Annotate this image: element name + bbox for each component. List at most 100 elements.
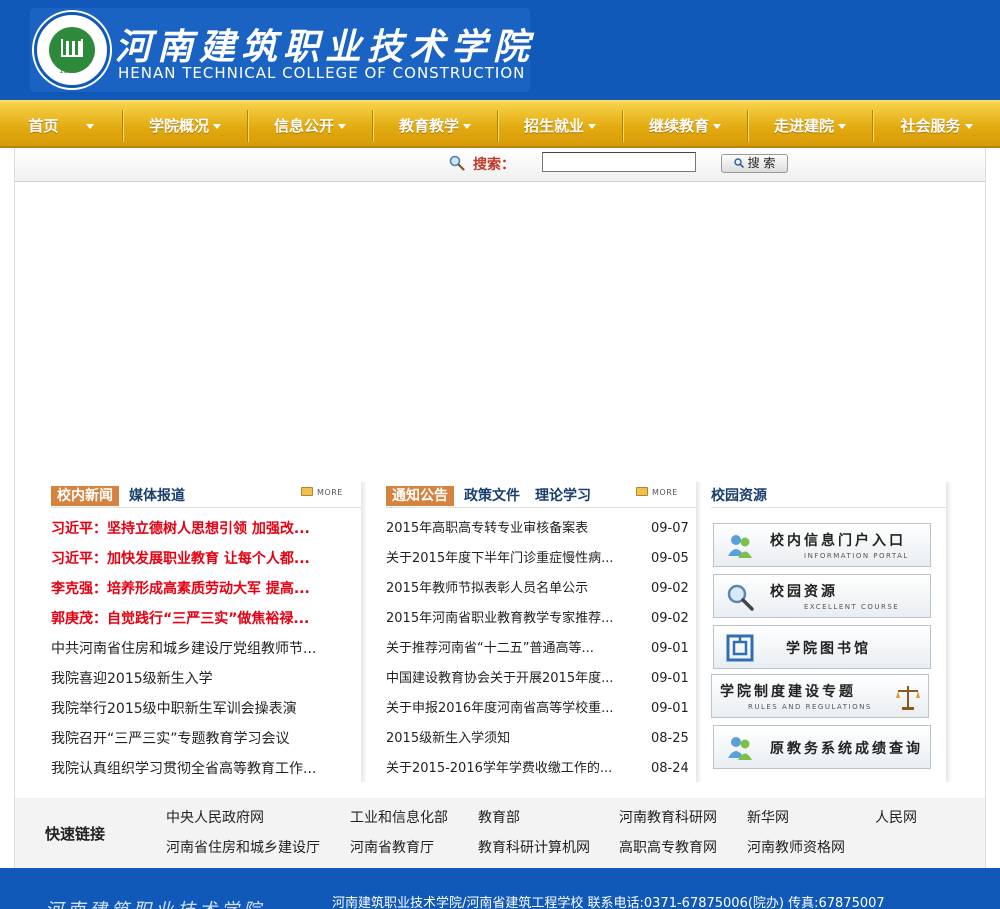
quick-link[interactable]: 河南教师资格网	[747, 838, 845, 858]
news-item[interactable]: 中共河南省住房和城乡建设厅党组教师节...	[51, 639, 351, 659]
scales-icon	[896, 686, 920, 710]
tab-notices[interactable]: 通知公告	[386, 486, 454, 506]
resources-header: 校园资源	[711, 482, 946, 508]
notices-header: 通知公告 政策文件 理论学习 MORE	[386, 482, 696, 508]
news-item[interactable]: 李克强：培养形成高素质劳动大军 提高...	[51, 579, 351, 599]
notices-more-link[interactable]: MORE	[636, 487, 678, 499]
nav-item-visit[interactable]: 走进建院	[748, 102, 872, 148]
notice-item[interactable]: 中国建设教育协会关于开展2015年度...	[386, 669, 636, 689]
news-item[interactable]: 习近平：坚持立德树人思想引领 加强改...	[51, 519, 351, 539]
res-title: 校园资源	[770, 584, 838, 600]
search-input[interactable]	[542, 152, 696, 172]
nav-item-about[interactable]: 学院概况	[123, 102, 247, 148]
users-icon	[728, 737, 752, 760]
res-subtitle: EXCELLENT COURSE	[804, 603, 900, 611]
chevron-down-icon	[213, 124, 221, 129]
notice-item[interactable]: 关于2015年度下半年门诊重症慢性病...	[386, 549, 636, 569]
news-item[interactable]: 我院喜迎2015级新生入学	[51, 669, 351, 689]
notice-item[interactable]: 2015年高职高专转专业审核备案表	[386, 519, 636, 539]
news-item[interactable]: 郭庚茂：自觉践行“三严三实”做焦裕禄...	[51, 609, 351, 629]
quick-link[interactable]: 河南省住房和城乡建设厅	[166, 838, 320, 858]
campus-resources-button[interactable]: 校园资源 EXCELLENT COURSE	[713, 574, 931, 618]
news-item[interactable]: 我院举行2015级中职新生军训会操表演	[51, 699, 351, 719]
users-icon	[728, 535, 752, 558]
notice-item[interactable]: 关于2015-2016学年学费收缴工作的...	[386, 759, 636, 779]
nav-item-admissions[interactable]: 招生就业	[498, 102, 622, 148]
search-button-label: 搜 索	[747, 156, 776, 170]
chevron-down-icon	[964, 124, 973, 129]
res-subtitle: INFORMATION PORTAL	[804, 552, 909, 560]
college-name-en: HENAN TECHNICAL COLLEGE OF CONSTRUCTION	[118, 64, 526, 82]
news-item[interactable]: 习近平：加快发展职业教育 让每个人都...	[51, 549, 351, 569]
tab-campus-news[interactable]: 校内新闻	[51, 486, 119, 506]
divider	[386, 507, 696, 508]
info-portal-button[interactable]: 校内信息门户入口 INFORMATION PORTAL	[713, 523, 931, 567]
quick-link[interactable]: 河南教育科研网	[619, 808, 717, 828]
library-icon	[726, 634, 754, 662]
notice-item[interactable]: 2015级新生入学须知	[386, 729, 636, 749]
nav-item-disclosure[interactable]: 信息公开	[248, 102, 372, 148]
chevron-down-icon	[85, 124, 94, 129]
tab-media-reports[interactable]: 媒体报道	[129, 486, 185, 506]
quick-links: 快速链接 中央人民政府网 工业和信息化部 教育部 河南教育科研网 新华网 人民网…	[14, 798, 986, 868]
nav-label: 社会服务	[900, 117, 961, 135]
more-label: MORE	[317, 488, 343, 497]
nav-label: 学院概况	[148, 117, 209, 135]
college-logo[interactable]: 1958	[34, 12, 110, 88]
magnifier-icon	[733, 158, 744, 168]
notice-date: 08-25	[651, 731, 689, 746]
quick-link[interactable]: 人民网	[875, 808, 917, 828]
notice-item[interactable]: 关于推荐河南省“十二五”普通高等...	[386, 639, 636, 659]
news-header: 校内新闻 媒体报道 MORE	[51, 482, 361, 508]
tab-theory[interactable]: 理论学习	[535, 486, 591, 506]
nav-item-continuing[interactable]: 继续教育	[623, 102, 747, 148]
more-label: MORE	[652, 488, 678, 497]
notice-item[interactable]: 关于申报2016年度河南省高等学校重...	[386, 699, 636, 719]
magnifier-icon	[727, 584, 754, 611]
res-title: 学院图书馆	[786, 641, 871, 657]
divider	[711, 507, 946, 508]
regulations-button[interactable]: 学院制度建设专题 RULES AND REGULATIONS	[711, 674, 929, 718]
quick-link[interactable]: 工业和信息化部	[350, 808, 448, 828]
building-icon	[61, 39, 83, 57]
quick-link[interactable]: 教育部	[478, 808, 520, 828]
site-footer: 河南建筑职业技术学院 河南建筑职业技术学院/河南省建筑工程学校 联系电话:037…	[0, 868, 1000, 909]
tab-policy[interactable]: 政策文件	[464, 486, 520, 506]
nav-label: 走进建院	[773, 117, 834, 135]
library-button[interactable]: 学院图书馆	[713, 625, 931, 669]
nav-label: 继续教育	[648, 117, 709, 135]
main-nav: 首页 学院概况 信息公开 教育教学 招生就业 继续教育 走进建院 社会服务	[0, 100, 1000, 148]
quick-link[interactable]: 中央人民政府网	[166, 808, 264, 828]
nav-label: 教育教学	[398, 117, 459, 135]
notice-date: 09-01	[651, 671, 689, 686]
column-shadow	[696, 482, 702, 782]
notice-date: 09-01	[651, 701, 689, 716]
search-label: 搜索：	[473, 157, 515, 173]
quick-link[interactable]: 河南省教育厅	[350, 838, 434, 858]
nav-item-education[interactable]: 教育教学	[373, 102, 497, 148]
grades-query-button[interactable]: 原教务系统成绩查询	[713, 725, 931, 769]
banner-area	[15, 182, 985, 472]
res-title: 校内信息门户入口	[770, 533, 906, 549]
footer-contact: 河南建筑职业技术学院/河南省建筑工程学校 联系电话:0371-67875006(…	[332, 896, 885, 909]
quick-link[interactable]: 新华网	[747, 808, 789, 828]
chevron-down-icon	[338, 124, 346, 129]
nav-item-home[interactable]: 首页	[0, 102, 122, 148]
notice-date: 09-02	[651, 581, 689, 596]
folder-icon	[301, 487, 313, 496]
notice-item[interactable]: 2015年河南省职业教育教学专家推荐...	[386, 609, 636, 629]
quick-link[interactable]: 高职高专教育网	[619, 838, 717, 858]
search-bar: 搜索： 搜 索	[14, 148, 986, 182]
news-item[interactable]: 我院认真组织学习贯彻全省高等教育工作...	[51, 759, 351, 779]
nav-label: 招生就业	[523, 117, 584, 135]
resources-title: 校园资源	[711, 488, 767, 504]
logo-year: 1958	[59, 67, 77, 75]
news-more-link[interactable]: MORE	[301, 487, 343, 499]
notice-date: 09-05	[651, 551, 689, 566]
nav-item-services[interactable]: 社会服务	[873, 102, 1000, 148]
notice-item[interactable]: 2015年教师节拟表彰人员名单公示	[386, 579, 636, 599]
quick-link[interactable]: 教育科研计算机网	[478, 838, 590, 858]
news-item[interactable]: 我院召开“三严三实”专题教育学习会议	[51, 729, 351, 749]
chevron-down-icon	[588, 124, 596, 129]
search-button[interactable]: 搜 索	[721, 154, 788, 173]
